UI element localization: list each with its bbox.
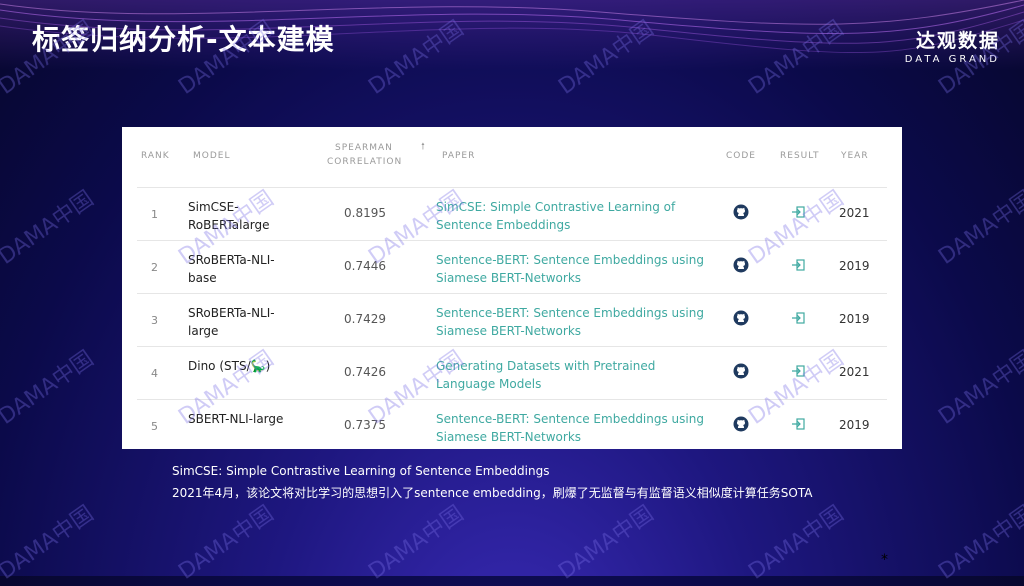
footer-mark: *	[881, 552, 888, 568]
github-icon[interactable]	[733, 257, 749, 273]
row-year: 2019	[839, 259, 870, 273]
row-year: 2019	[839, 418, 870, 432]
row-paper-link[interactable]: SimCSE: Simple Contrastive Learning of S…	[436, 198, 706, 234]
row-rank: 3	[151, 314, 158, 327]
leaderboard-panel: RANK MODEL SPEARMAN CORRELATION 🠕 PAPER …	[122, 127, 902, 449]
row-correlation: 0.7375	[344, 418, 386, 432]
row-model[interactable]: SRoBERTa-NLI-large	[188, 304, 298, 340]
col-spearman-line2[interactable]: CORRELATION	[327, 157, 402, 167]
result-link-icon[interactable]	[790, 416, 806, 432]
col-model[interactable]: MODEL	[193, 151, 230, 161]
row-rank: 4	[151, 367, 158, 380]
watermark-text: DAMA中国	[934, 186, 1024, 270]
brand-name-cn: 达观数据	[915, 30, 1000, 52]
col-paper[interactable]: PAPER	[442, 151, 475, 161]
table-row[interactable]: 1 SimCSE-RoBERTalarge 0.8195 SimCSE: Sim…	[137, 187, 887, 240]
table-header: RANK MODEL SPEARMAN CORRELATION 🠕 PAPER …	[137, 139, 887, 187]
github-icon[interactable]	[733, 204, 749, 220]
row-model[interactable]: Dino (STS/🦕)	[188, 357, 298, 375]
watermark-text: DAMA中国	[174, 501, 279, 585]
result-link-icon[interactable]	[790, 204, 806, 220]
github-icon[interactable]	[733, 416, 749, 432]
row-model[interactable]: SimCSE-RoBERTalarge	[188, 198, 298, 234]
col-code[interactable]: CODE	[726, 151, 756, 161]
watermark-text: DAMA中国	[554, 501, 659, 585]
row-model[interactable]: SRoBERTa-NLI-base	[188, 251, 298, 287]
row-paper-link[interactable]: Generating Datasets with Pretrained Lang…	[436, 357, 706, 393]
row-correlation: 0.8195	[344, 206, 386, 220]
row-rank: 1	[151, 208, 158, 221]
row-year: 2019	[839, 312, 870, 326]
row-correlation: 0.7429	[344, 312, 386, 326]
col-year[interactable]: YEAR	[841, 151, 869, 161]
result-link-icon[interactable]	[790, 363, 806, 379]
result-link-icon[interactable]	[790, 310, 806, 326]
row-model[interactable]: SBERT-NLI-large	[188, 410, 298, 428]
caption-line1: SimCSE: Simple Contrastive Learning of S…	[172, 464, 550, 478]
row-rank: 2	[151, 261, 158, 274]
col-spearman-line1[interactable]: SPEARMAN	[335, 143, 393, 153]
caption: SimCSE: Simple Contrastive Learning of S…	[172, 460, 812, 504]
github-icon[interactable]	[733, 310, 749, 326]
sort-arrow-icon[interactable]: 🠕	[421, 139, 426, 155]
watermark-text: DAMA中国	[0, 501, 99, 585]
row-paper-link[interactable]: Sentence-BERT: Sentence Embeddings using…	[436, 251, 706, 287]
watermark-text: DAMA中国	[0, 186, 99, 270]
brand-logo: 达观数据 DATA GRAND	[905, 26, 1000, 65]
table-row[interactable]: 4 Dino (STS/🦕) 0.7426 Generating Dataset…	[137, 346, 887, 399]
result-link-icon[interactable]	[790, 257, 806, 273]
col-rank[interactable]: RANK	[141, 151, 170, 161]
watermark-text: DAMA中国	[934, 501, 1024, 585]
watermark-text: DAMA中国	[364, 501, 469, 585]
caption-line2: 2021年4月，该论文将对比学习的思想引入了sentence embedding…	[172, 486, 813, 500]
table-row[interactable]: 2 SRoBERTa-NLI-base 0.7446 Sentence-BERT…	[137, 240, 887, 293]
github-icon[interactable]	[733, 363, 749, 379]
row-year: 2021	[839, 365, 870, 379]
row-rank: 5	[151, 420, 158, 433]
brand-name-en: DATA GRAND	[904, 54, 1000, 65]
table-row[interactable]: 5 SBERT-NLI-large 0.7375 Sentence-BERT: …	[137, 399, 887, 452]
watermark-text: DAMA中国	[744, 501, 849, 585]
row-correlation: 0.7426	[344, 365, 386, 379]
page-title: 标签归纳分析-文本建模	[32, 23, 335, 56]
row-year: 2021	[839, 206, 870, 220]
row-paper-link[interactable]: Sentence-BERT: Sentence Embeddings using…	[436, 304, 706, 340]
table-row[interactable]: 3 SRoBERTa-NLI-large 0.7429 Sentence-BER…	[137, 293, 887, 346]
leaderboard-table: RANK MODEL SPEARMAN CORRELATION 🠕 PAPER …	[137, 139, 887, 452]
watermark-text: DAMA中国	[0, 346, 99, 430]
col-result[interactable]: RESULT	[780, 151, 820, 161]
row-paper-link[interactable]: Sentence-BERT: Sentence Embeddings using…	[436, 410, 706, 446]
row-correlation: 0.7446	[344, 259, 386, 273]
watermark-text: DAMA中国	[934, 346, 1024, 430]
